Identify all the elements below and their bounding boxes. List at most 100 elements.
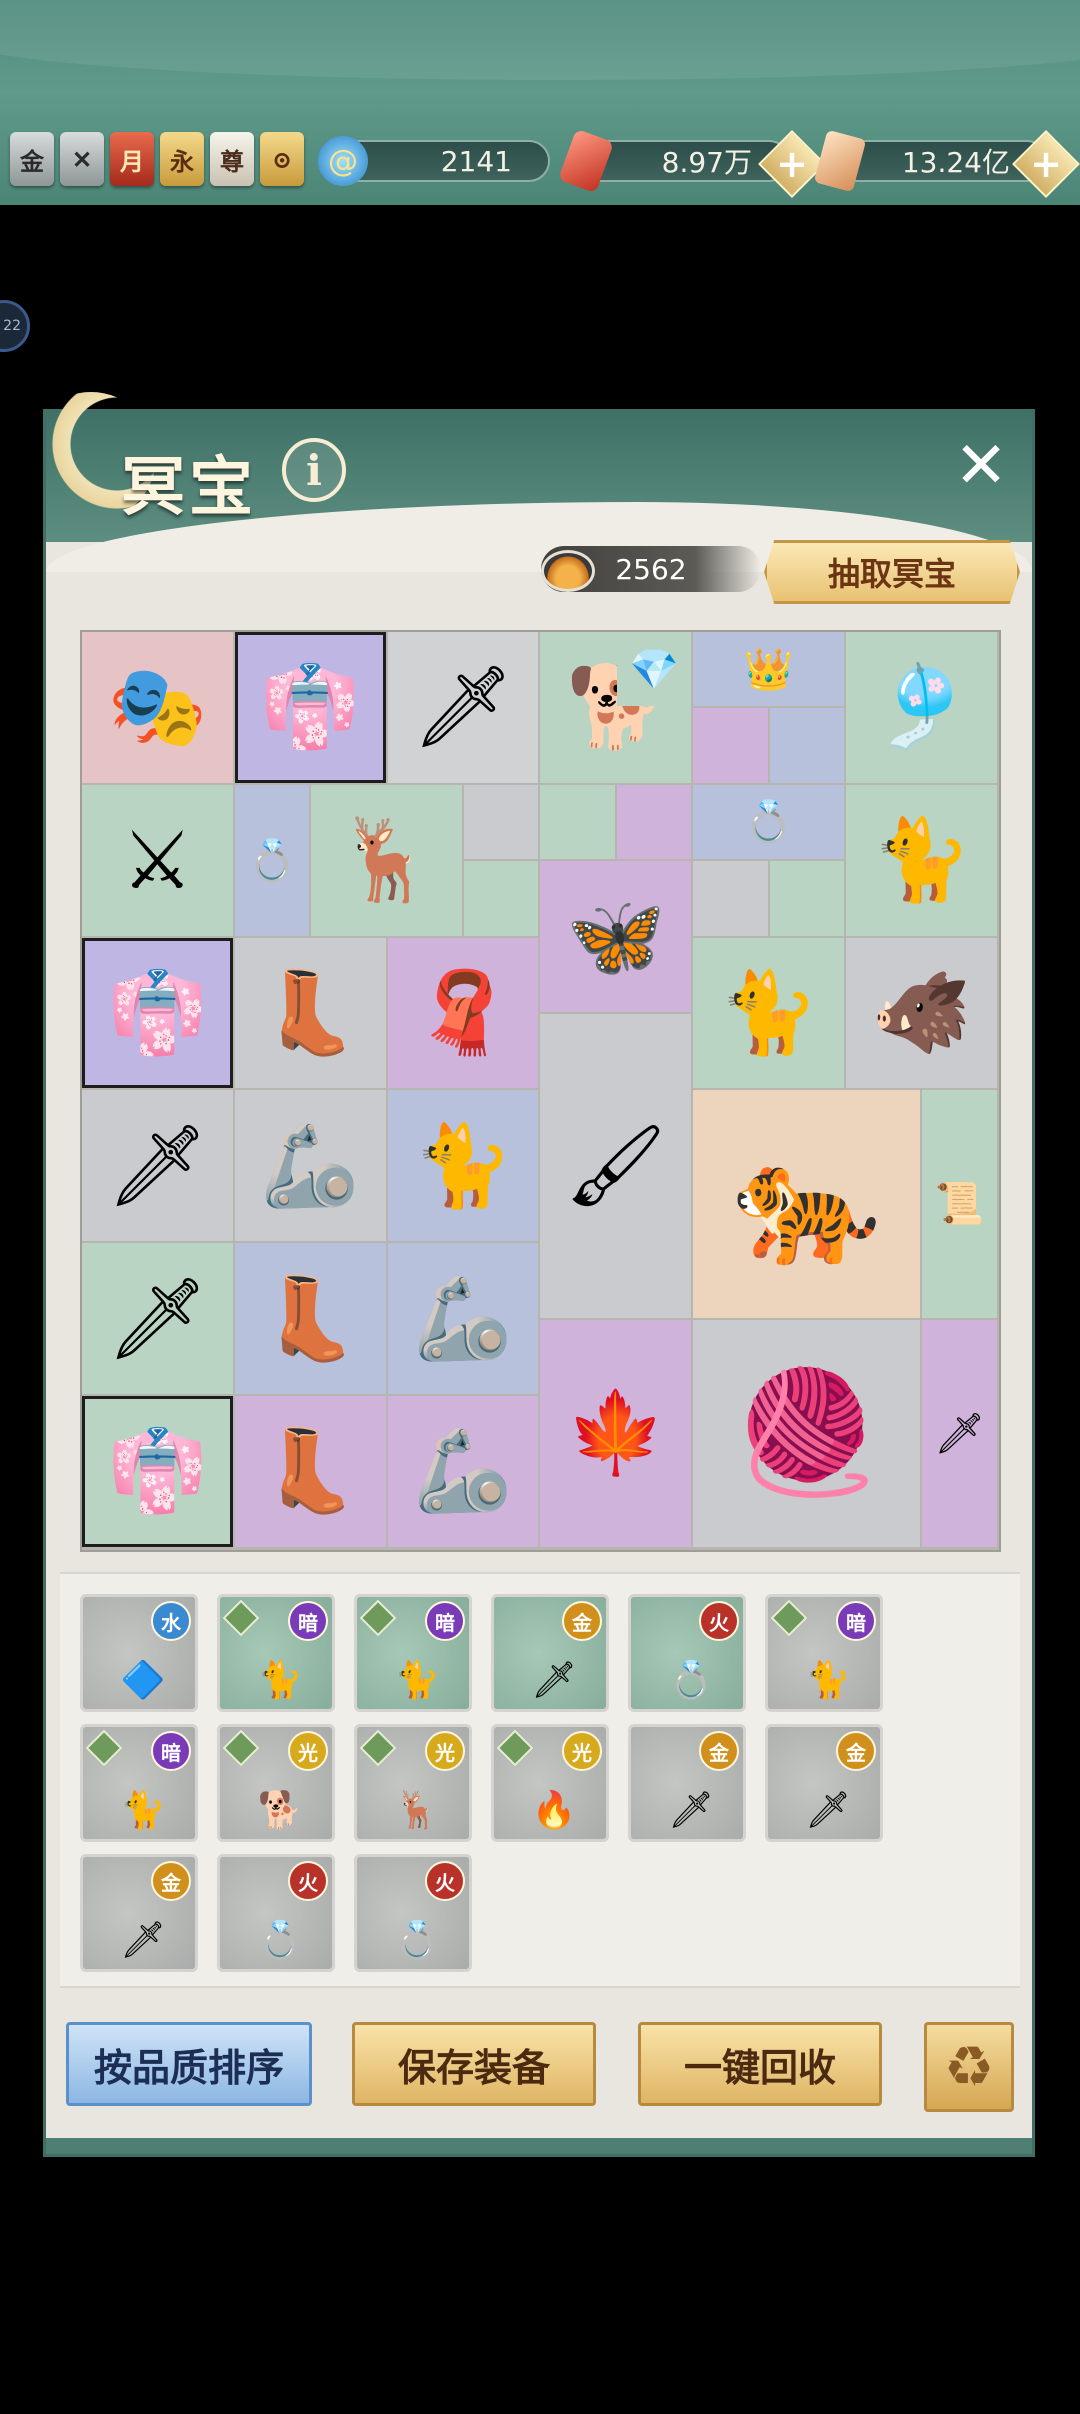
grid-item-boar[interactable]: 🐗 [846, 937, 997, 1089]
element-badge: 暗 [425, 1601, 465, 1641]
item-thumbnail-icon: 🦌 [394, 1790, 440, 1831]
lock-icon [359, 1729, 397, 1767]
inventory-slot[interactable]: 金 🗡 [765, 1724, 883, 1842]
grid-item-tassels[interactable]: 🎐 [846, 632, 997, 783]
grid-item-boots-1[interactable]: 👢 [234, 937, 386, 1089]
grid-item-maple-staff[interactable]: 🍁 [540, 1319, 692, 1547]
item-thumbnail-icon: 🗡 [805, 1790, 851, 1831]
element-badge: 金 [562, 1601, 602, 1641]
grid-item-tiger-pelt[interactable]: 🐅 [693, 1090, 921, 1318]
element-badge: 金 [836, 1731, 876, 1771]
item-thumbnail-icon: 🗡 [668, 1790, 714, 1831]
inventory-slot[interactable]: 火 💍 [354, 1854, 472, 1972]
grid-item-robe-1[interactable]: 👘 [234, 632, 386, 783]
element-badge: 暗 [151, 1731, 191, 1771]
info-button[interactable]: i [282, 438, 346, 502]
grid-item-sword[interactable]: 🗡 [922, 1319, 997, 1547]
grid-item-dagger-3[interactable]: 🗡 [82, 1243, 233, 1394]
grid-item-deer[interactable]: 🦌 [311, 784, 462, 936]
grid-item-armor-2[interactable]: 🦾 [387, 1243, 539, 1394]
grid-item-white-cat-2[interactable]: 🐈 [387, 1090, 539, 1242]
recycle-all-button[interactable]: 一键回收 [638, 2022, 882, 2106]
privilege-badges: 金 ✕ 月 永 尊 ⊙ [10, 132, 304, 186]
element-badge: 火 [288, 1861, 328, 1901]
inventory-slot[interactable]: 暗 🐈 [217, 1594, 335, 1712]
badge-coin-card-icon[interactable]: ⊙ [260, 132, 304, 186]
side-floating-badge[interactable]: 22 [0, 300, 30, 352]
grid-cell [464, 784, 539, 860]
inventory-slot[interactable]: 火 💍 [217, 1854, 335, 1972]
element-badge: 暗 [836, 1601, 876, 1641]
grid-item-fur-pelt[interactable]: 🧶 [693, 1319, 921, 1547]
recycle-icon[interactable]: ♻ [924, 2022, 1014, 2112]
inventory-slot[interactable]: 火 💍 [628, 1594, 746, 1712]
save-equipment-button[interactable]: 保存装备 [352, 2022, 596, 2106]
resource-spiral-value: 2141 [440, 144, 512, 178]
inventory-slot[interactable]: 金 🗡 [491, 1594, 609, 1712]
badge-gold-icon[interactable]: 金 [10, 132, 54, 186]
panel-header: 冥宝 i ✕ [26, 392, 1032, 572]
badge-forever-icon[interactable]: 永 [160, 132, 204, 186]
red-crystal-icon [557, 128, 615, 194]
grid-item-armor-3[interactable]: 🦾 [387, 1396, 539, 1547]
grid-item-dagger-1[interactable]: 🗡 [387, 632, 539, 783]
item-thumbnail-icon: 🔷 [120, 1660, 166, 1701]
item-thumbnail-icon: 🗡 [531, 1660, 577, 1701]
panel-footer-strip [46, 2138, 1032, 2154]
panel-title: 冥宝 [121, 450, 257, 525]
grid-item-red-cape[interactable]: 🧣 [387, 937, 539, 1089]
grid-item-boots-2[interactable]: 👢 [234, 1243, 386, 1394]
badge-month-icon[interactable]: 月 [110, 132, 154, 186]
grid-item-ring-2[interactable]: 💍 [693, 784, 844, 860]
inventory-slot[interactable]: 暗 🐈 [765, 1594, 883, 1712]
lock-icon [359, 1599, 397, 1637]
gold-ticket-icon [813, 129, 867, 193]
grid-item-armor-1[interactable]: 🦾 [234, 1090, 386, 1242]
grid-item-cat-1[interactable]: 🐈 [846, 784, 997, 936]
lock-icon [770, 1599, 808, 1637]
grid-item-golden-dagger[interactable]: ⚔ [82, 784, 233, 936]
item-thumbnail-icon: 🐕 [257, 1790, 303, 1831]
grid-item-crystal[interactable]: 💎 [616, 632, 692, 707]
grid-item-brushes[interactable]: 🖌 [540, 1014, 692, 1318]
inventory-slot[interactable]: 金 🗡 [80, 1854, 198, 1972]
item-thumbnail-icon: 🔥 [531, 1790, 577, 1831]
inventory-slot[interactable]: 水 🔷 [80, 1594, 198, 1712]
grid-item-dagger-2[interactable]: 🗡 [82, 1090, 233, 1242]
inventory-slot[interactable]: 金 🗡 [628, 1724, 746, 1842]
close-button[interactable]: ✕ [951, 434, 1011, 498]
incense-bowl-icon [541, 550, 595, 592]
grid-cell [693, 708, 768, 783]
grid-item-robe-3[interactable]: 👘 [82, 1396, 233, 1547]
grid-item-ring-1[interactable]: 💍 [234, 784, 310, 936]
grid-cell [540, 784, 615, 860]
element-badge: 水 [151, 1601, 191, 1641]
grid-item-ring-crown[interactable]: 👑 [693, 632, 844, 707]
element-badge: 火 [425, 1861, 465, 1901]
grid-cell [464, 861, 539, 936]
grid-cell [693, 861, 768, 936]
grid-item-mask[interactable]: 🎭 [82, 632, 233, 783]
item-thumbnail-icon: 🐈 [120, 1790, 166, 1831]
resource-red-crystal-value: 8.97万 [661, 146, 752, 179]
lock-icon [496, 1729, 534, 1767]
inventory-slot[interactable]: 光 🐕 [217, 1724, 335, 1842]
item-thumbnail-icon: 🐈 [394, 1660, 440, 1701]
grid-item-boots-3[interactable]: 👢 [234, 1396, 386, 1547]
inventory-slot[interactable]: 光 🔥 [491, 1724, 609, 1842]
sort-by-quality-button[interactable]: 按品质排序 [66, 2022, 312, 2106]
inventory-slot[interactable]: 暗 🐈 [80, 1724, 198, 1842]
spiral-currency-icon: @ [318, 136, 368, 186]
element-badge: 暗 [288, 1601, 328, 1641]
grid-item-butterfly[interactable]: 🦋 [540, 861, 692, 1012]
side-badge-count: 22 [3, 318, 21, 334]
inventory-slot[interactable]: 光 🦌 [354, 1724, 472, 1842]
inventory-slot[interactable]: 暗 🐈 [354, 1594, 472, 1712]
grid-item-white-cat-1[interactable]: 🐈 [693, 937, 844, 1089]
badge-honor-icon[interactable]: 尊 [210, 132, 254, 186]
lock-icon [222, 1599, 260, 1637]
grid-item-robe-2[interactable]: 👘 [82, 937, 233, 1089]
badge-cross-icon[interactable]: ✕ [60, 132, 104, 186]
grid-item-scroll-rod[interactable]: 📜 [922, 1090, 997, 1318]
draw-treasure-button[interactable]: 抽取冥宝 [764, 540, 1020, 604]
